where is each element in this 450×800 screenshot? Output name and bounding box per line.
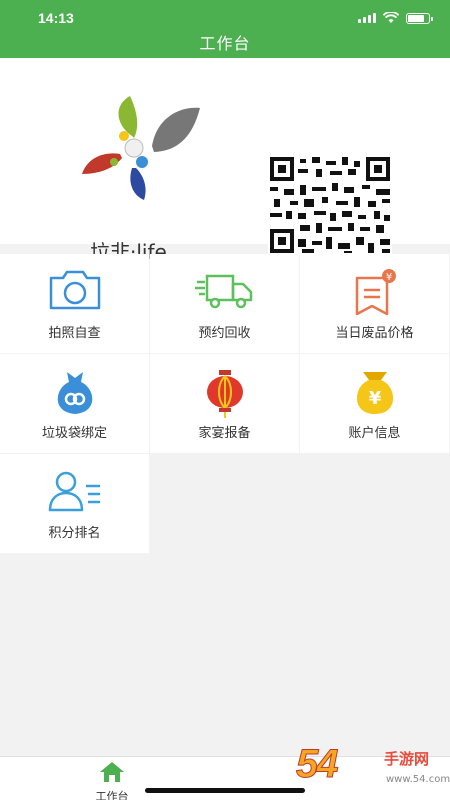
banner-carousel[interactable]: 垃非·life bbox=[0, 58, 450, 279]
camera-icon bbox=[49, 270, 100, 310]
wifi-icon bbox=[383, 12, 399, 23]
svg-text:¥: ¥ bbox=[368, 388, 381, 409]
tab-label: 工作台 bbox=[95, 790, 129, 800]
signal-icon bbox=[358, 13, 376, 23]
tab-workbench[interactable]: 工作台 bbox=[82, 761, 142, 800]
status-time: 14:13 bbox=[38, 10, 74, 26]
grid-item-label: 积分排名 bbox=[48, 526, 101, 541]
grid-item-photo-check[interactable]: 拍照自查 bbox=[0, 254, 149, 353]
grid-item-label: 家宴报备 bbox=[198, 426, 251, 441]
grid-item-schedule-pickup[interactable]: 预约回收 bbox=[150, 254, 299, 353]
battery-icon bbox=[406, 12, 433, 24]
qr-code-icon bbox=[268, 155, 392, 255]
app-header: 14:13 工作台 bbox=[0, 0, 450, 58]
money-bag-icon: ¥ bbox=[356, 372, 393, 414]
watermark-logo: 54 手游网 www.54.com.cn bbox=[296, 742, 450, 796]
grid-item-points-ranking[interactable]: 积分排名 bbox=[0, 454, 149, 553]
truck-icon bbox=[194, 274, 252, 309]
lantern-icon bbox=[206, 370, 243, 418]
grid-item-banquet-report[interactable]: 家宴报备 bbox=[150, 354, 299, 453]
home-icon bbox=[100, 762, 124, 782]
price-tag-icon: ¥ bbox=[355, 269, 396, 316]
home-indicator bbox=[145, 788, 305, 793]
grid-item-label: 垃圾袋绑定 bbox=[41, 426, 107, 441]
watermark-url: www.54.com.cn bbox=[386, 774, 450, 785]
watermark-main: 54 bbox=[296, 742, 339, 787]
grid-item-label: 预约回收 bbox=[198, 326, 251, 341]
grid-item-bag-binding[interactable]: 垃圾袋绑定 bbox=[0, 354, 149, 453]
grid-item-daily-price[interactable]: ¥ 当日废品价格 bbox=[300, 254, 449, 353]
bag-link-icon bbox=[57, 372, 92, 414]
svg-text:¥: ¥ bbox=[385, 272, 391, 283]
user-list-icon bbox=[48, 471, 100, 512]
status-icons bbox=[358, 12, 433, 24]
logo-icon bbox=[82, 96, 200, 200]
page-title: 工作台 bbox=[199, 34, 251, 53]
grid-item-label: 账户信息 bbox=[348, 426, 401, 441]
watermark-side: 手游网 bbox=[384, 750, 430, 768]
grid-item-label: 拍照自查 bbox=[48, 326, 101, 341]
grid-item-account-info[interactable]: ¥ 账户信息 bbox=[300, 354, 449, 453]
grid-item-label: 当日废品价格 bbox=[335, 326, 414, 341]
